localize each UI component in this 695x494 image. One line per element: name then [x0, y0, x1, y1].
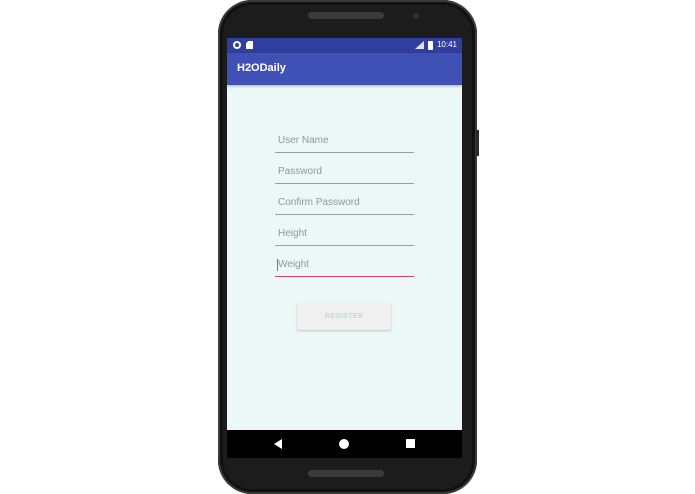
username-field[interactable]: User Name [275, 133, 414, 153]
sync-icon [233, 41, 241, 49]
password-placeholder: Password [278, 166, 322, 177]
battery-icon [427, 40, 433, 50]
phone-frame: 10:41 H2ODaily User Name Password Confir… [218, 0, 479, 494]
height-placeholder: Height [278, 228, 307, 239]
back-icon[interactable] [274, 439, 282, 449]
signal-icon [414, 41, 424, 49]
power-button [476, 130, 479, 156]
sd-card-icon [246, 41, 253, 49]
top-speaker [308, 12, 384, 19]
phone-screen: 10:41 H2ODaily User Name Password Confir… [227, 38, 462, 458]
confirm-password-placeholder: Confirm Password [278, 197, 360, 208]
weight-field[interactable]: Weight [275, 257, 414, 277]
bottom-speaker [308, 470, 384, 477]
front-camera [413, 13, 419, 19]
recent-apps-icon[interactable] [406, 439, 415, 448]
status-time: 10:41 [436, 40, 457, 49]
weight-placeholder: Weight [278, 259, 309, 270]
status-bar: 10:41 [227, 38, 462, 53]
app-title: H2ODaily [237, 62, 286, 74]
register-button[interactable]: REGISTER [297, 303, 391, 330]
password-field[interactable]: Password [275, 164, 414, 184]
home-icon[interactable] [339, 439, 349, 449]
confirm-password-field[interactable]: Confirm Password [275, 195, 414, 215]
username-placeholder: User Name [278, 135, 329, 146]
app-bar: H2ODaily [227, 53, 462, 85]
navigation-bar [227, 430, 462, 458]
height-field[interactable]: Height [275, 226, 414, 246]
